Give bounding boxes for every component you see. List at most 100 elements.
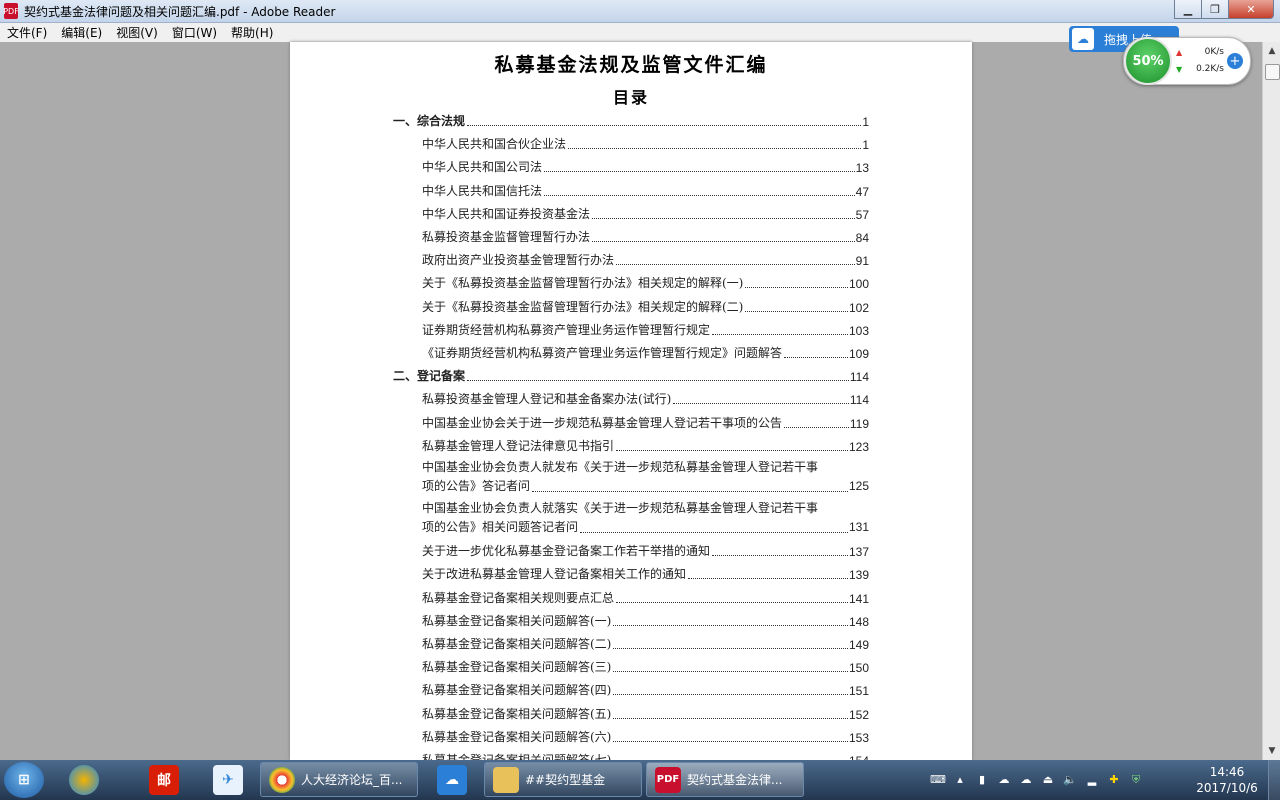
scroll-up-icon[interactable]: ▲ bbox=[1265, 44, 1279, 58]
toc-entry[interactable]: 中华人民共和国合伙企业法 1 bbox=[422, 135, 869, 152]
toc-entry[interactable]: 中华人民共和国信托法 47 bbox=[422, 182, 869, 199]
toc-entry[interactable]: 关于《私募投资基金监督管理暂行办法》相关规定的解释(一) 100 bbox=[422, 274, 869, 291]
toc-entry[interactable]: 私募基金登记备案相关问题解答(二) 149 bbox=[422, 635, 869, 652]
chrome-like-icon bbox=[269, 766, 295, 793]
toc-leader bbox=[467, 124, 862, 126]
toc-entry[interactable]: 中国基金业协会负责人就发布《关于进一步规范私募基金管理人登记若干事 项的公告》答记… bbox=[422, 458, 869, 496]
toc-section[interactable]: 二、登记备案 114 bbox=[393, 367, 869, 384]
toc-entry[interactable]: 《证券期货经营机构私募资产管理业务运作管理暂行规定》问题解答 109 bbox=[422, 344, 869, 361]
toc-entry[interactable]: 私募投资基金管理人登记和基金备案办法(试行) 114 bbox=[422, 390, 869, 407]
taskbar-button-pdf[interactable]: PDF 契约式基金法律... bbox=[646, 762, 804, 797]
volume-icon[interactable]: 🔈 bbox=[1062, 772, 1078, 788]
toc-entry-text: 关于《私募投资基金监督管理暂行办法》相关规定的解释(一) bbox=[422, 276, 744, 291]
folder-icon bbox=[493, 766, 519, 793]
menu-file[interactable]: 文件(F) bbox=[7, 24, 47, 41]
toc-entry[interactable]: 私募基金登记备案相关问题解答(五) 152 bbox=[422, 705, 869, 722]
toc-entry-text: 二、登记备案 bbox=[393, 369, 466, 384]
keyboard-icon[interactable]: ⌨ bbox=[930, 772, 946, 788]
toc-page-number: 141 bbox=[848, 591, 869, 606]
toc-entry-text: 中华人民共和国公司法 bbox=[422, 160, 543, 175]
toc-entry-text: 中华人民共和国合伙企业法 bbox=[422, 137, 567, 152]
pinned-app-3[interactable]: ✈ bbox=[204, 763, 252, 797]
toc-entry[interactable]: 中国基金业协会关于进一步规范私募基金管理人登记若干事项的公告 119 bbox=[422, 414, 869, 431]
toc-entry[interactable]: 私募基金管理人登记法律意见书指引 123 bbox=[422, 437, 869, 454]
toc-entry[interactable]: 政府出资产业投资基金管理暂行办法 91 bbox=[422, 251, 869, 268]
clock[interactable]: 14:46 2017/10/6 bbox=[1192, 764, 1262, 796]
toc-entry[interactable]: 私募基金登记备案相关规则要点汇总 141 bbox=[422, 589, 869, 606]
toc-page-number: 153 bbox=[848, 730, 869, 745]
cloud-tray-icon[interactable]: ☁ bbox=[1018, 772, 1034, 788]
menu-help[interactable]: 帮助(H) bbox=[231, 24, 273, 41]
toc-entry-text: 政府出资产业投资基金管理暂行办法 bbox=[422, 253, 615, 268]
toc-entry-text: 私募基金登记备案相关规则要点汇总 bbox=[422, 590, 615, 605]
vertical-scrollbar[interactable]: ▲ ▼ bbox=[1262, 42, 1280, 760]
plus-icon[interactable]: + bbox=[1227, 53, 1243, 69]
toc-entry-text: 私募基金管理人登记法律意见书指引 bbox=[422, 438, 615, 453]
close-button[interactable]: ✕ bbox=[1228, 0, 1274, 19]
show-desktop-button[interactable] bbox=[1268, 760, 1280, 800]
network-speed-widget[interactable]: 50% ▲ 0K/s ▼ 0.2K/s + bbox=[1123, 37, 1251, 85]
toc-leader bbox=[712, 554, 848, 557]
toc-entry[interactable]: 中国基金业协会负责人就落实《关于进一步规范私募基金管理人登记若干事 项的公告》相关… bbox=[422, 499, 869, 537]
minimize-button[interactable]: ▁ bbox=[1174, 0, 1202, 19]
pinned-app-baidu[interactable]: ☁ bbox=[428, 763, 476, 797]
plus-tray-icon[interactable]: ✚ bbox=[1106, 772, 1122, 788]
usb-icon[interactable]: ⏏ bbox=[1040, 772, 1056, 788]
clock-time: 14:46 bbox=[1209, 765, 1245, 779]
scroll-down-icon[interactable]: ▼ bbox=[1265, 744, 1279, 758]
start-button[interactable]: ⊞ bbox=[4, 762, 44, 798]
toc-leader bbox=[568, 147, 862, 150]
toc-entry[interactable]: 关于改进私募基金管理人登记备案相关工作的通知 139 bbox=[422, 565, 869, 582]
pinned-app-1[interactable] bbox=[60, 763, 108, 797]
menu-view[interactable]: 视图(V) bbox=[116, 24, 158, 41]
toc-page-number: 119 bbox=[849, 416, 869, 431]
toc-entry[interactable]: 中华人民共和国公司法 13 bbox=[422, 158, 869, 175]
toc-entry[interactable]: 私募基金登记备案相关问题解答(三) 150 bbox=[422, 658, 869, 675]
network-icon[interactable]: ▂ bbox=[1084, 772, 1100, 788]
toc-entry-text: 私募基金登记备案相关问题解答(二) bbox=[422, 636, 612, 651]
scroll-thumb[interactable] bbox=[1265, 64, 1280, 80]
taskbar-button-browser[interactable]: 人大经济论坛_百... bbox=[260, 762, 418, 797]
toc-entry[interactable]: 关于进一步优化私募基金登记备案工作若干举措的通知 137 bbox=[422, 542, 869, 559]
baidu-tray-icon[interactable]: ☁ bbox=[996, 772, 1012, 788]
toc-entry-text: 关于进一步优化私募基金登记备案工作若干举措的通知 bbox=[422, 544, 711, 559]
battery-icon[interactable]: ▮ bbox=[974, 772, 990, 788]
toc-leader bbox=[673, 402, 849, 405]
toc-entry[interactable]: 关于《私募投资基金监督管理暂行办法》相关规定的解释(二) 102 bbox=[422, 298, 869, 315]
menu-edit[interactable]: 编辑(E) bbox=[61, 24, 102, 41]
toc-page-number: 102 bbox=[848, 300, 869, 315]
toc-entry[interactable]: 证券期货经营机构私募资产管理业务运作管理暂行规定 103 bbox=[422, 321, 869, 338]
toc-entry-text: 关于改进私募基金管理人登记备案相关工作的通知 bbox=[422, 567, 687, 582]
toc-entry[interactable]: 私募基金登记备案相关问题解答(六) 153 bbox=[422, 728, 869, 745]
shield-icon[interactable]: ⛨ bbox=[1128, 772, 1144, 788]
tray-expand-icon[interactable]: ▴ bbox=[952, 772, 968, 788]
pdf-icon: PDF bbox=[655, 766, 681, 793]
maximize-button[interactable]: ❐ bbox=[1201, 0, 1229, 19]
toc-leader bbox=[784, 356, 848, 358]
toc-entry[interactable]: 私募基金登记备案相关问题解答(四) 151 bbox=[422, 681, 869, 698]
toc-entry-text: 证券期货经营机构私募资产管理业务运作管理暂行规定 bbox=[422, 322, 711, 337]
toc-entry-text: 私募基金登记备案相关问题解答(一) bbox=[422, 613, 612, 628]
toc-page-number: 109 bbox=[848, 347, 869, 361]
menu-window[interactable]: 窗口(W) bbox=[172, 24, 217, 41]
toc-entry-text: 私募基金登记备案相关问题解答(四) bbox=[422, 683, 612, 698]
toc-section[interactable]: 一、综合法规 1 bbox=[393, 112, 869, 129]
taskbar-button-folder[interactable]: ##契约型基金 bbox=[484, 762, 642, 797]
toc-entry[interactable]: 私募基金登记备案相关问题解答(一) 148 bbox=[422, 612, 869, 629]
toc-page-number: 123 bbox=[848, 439, 869, 454]
toc-leader bbox=[613, 740, 848, 742]
toc-page-number: 114 bbox=[849, 370, 869, 385]
pinned-app-2[interactable]: 邮 bbox=[140, 763, 188, 797]
pdf-page[interactable]: 私募基金法规及监管文件汇编 目录 一、综合法规 1 中华人民共和国合伙企业法 1 中华人… bbox=[290, 42, 972, 760]
toc-entry-text: 一、综合法规 bbox=[393, 114, 466, 128]
app-circles-icon bbox=[69, 765, 99, 795]
toc-entry-text: 私募基金登记备案相关问题解答(五) bbox=[422, 706, 612, 721]
toc-entry[interactable]: 私募投资基金监督管理暂行办法 84 bbox=[422, 228, 869, 245]
system-tray: ⌨ ▴ ▮ ☁ ☁ ⏏ 🔈 ▂ ✚ ⛨ bbox=[930, 760, 1150, 800]
toc-entry[interactable]: 中华人民共和国证券投资基金法 57 bbox=[422, 205, 869, 222]
memory-percent-badge[interactable]: 50% bbox=[1124, 37, 1172, 85]
toc-page-number: 103 bbox=[848, 323, 869, 338]
toc-entry-text: 关于《私募投资基金监督管理暂行办法》相关规定的解释(二) bbox=[422, 299, 744, 314]
toc-entry-text: 中国基金业协会负责人就发布《关于进一步规范私募基金管理人登记若干事 bbox=[422, 460, 819, 474]
toc-entry[interactable]: 私募基金登记备案相关问题解答(七)154 bbox=[422, 751, 869, 760]
